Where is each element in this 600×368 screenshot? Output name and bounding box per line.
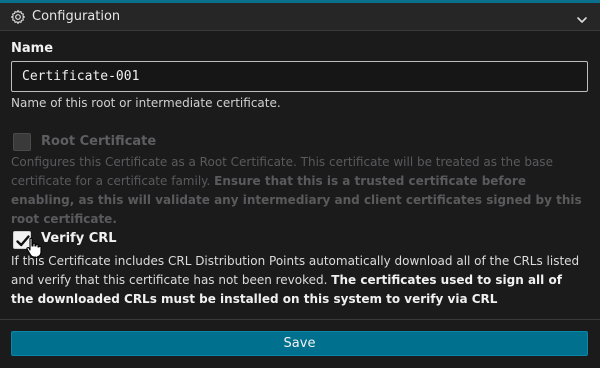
save-button[interactable]: Save — [11, 331, 588, 356]
verify-crl-help: If this Certificate includes CRL Distrib… — [11, 252, 587, 309]
gear-icon — [10, 9, 26, 25]
root-certificate-checkbox[interactable] — [13, 133, 31, 151]
panel-title: Configuration — [32, 9, 121, 24]
name-input[interactable] — [11, 61, 588, 92]
name-help-text: Name of this root or intermediate certif… — [11, 96, 281, 110]
chevron-down-icon[interactable] — [576, 11, 588, 23]
configuration-panel-header[interactable]: Configuration — [0, 3, 600, 31]
name-label: Name — [11, 41, 54, 56]
root-certificate-label: Root Certificate — [41, 134, 157, 149]
footer-divider — [0, 319, 600, 320]
verify-crl-label: Verify CRL — [41, 231, 117, 246]
root-certificate-help: Configures this Certificate as a Root Ce… — [11, 153, 587, 229]
